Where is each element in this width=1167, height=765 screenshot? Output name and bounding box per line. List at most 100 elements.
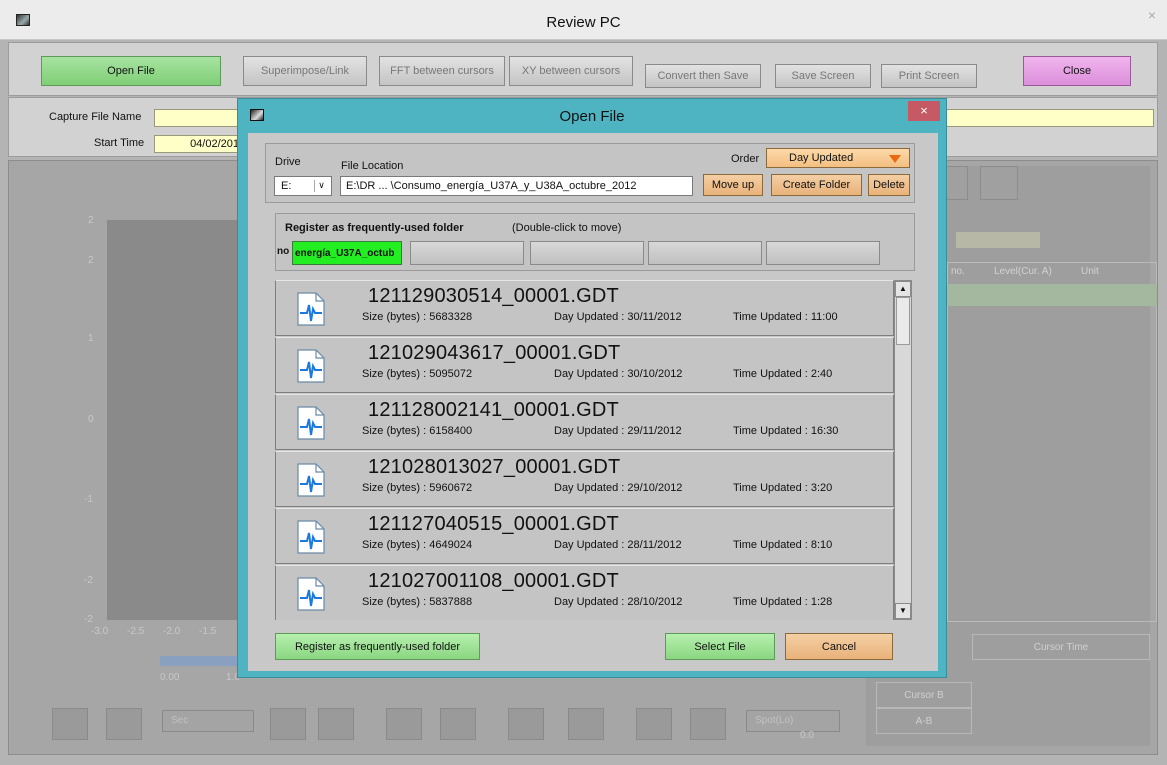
file-row[interactable]: 121027001108_00001.GDT Size (bytes) : 58… — [275, 565, 894, 620]
y-tick-label: -1 — [84, 494, 93, 505]
file-day-updated: Day Updated : 28/10/2012 — [554, 596, 683, 608]
waveform-export-button[interactable] — [440, 708, 476, 740]
file-name: 121128002141_00001.GDT — [368, 399, 619, 421]
x-tick-label: -2.0 — [163, 626, 181, 637]
value-field — [956, 232, 1040, 248]
y-tick-label: 1 — [88, 333, 94, 344]
frequent-folder-slot-5[interactable] — [766, 241, 880, 265]
save-screen-button[interactable]: Save Screen — [775, 64, 871, 88]
waveform-file-icon — [297, 520, 325, 554]
order-value: Day Updated — [789, 152, 854, 164]
clear-button[interactable] — [508, 708, 544, 740]
file-size: Size (bytes) : 4649024 — [362, 539, 473, 551]
drive-value: E: — [281, 180, 292, 192]
window-title: Review PC — [546, 14, 621, 31]
dialog-title: Open File — [559, 108, 625, 125]
frequent-folder-slot-3[interactable] — [530, 241, 644, 265]
cancel-button[interactable]: Cancel — [785, 633, 893, 660]
move-up-button[interactable]: Move up — [703, 174, 763, 196]
order-label: Order — [731, 153, 760, 165]
file-list-scrollbar[interactable]: ▲ ▼ — [894, 280, 912, 620]
grid-header-unit: Unit — [1081, 266, 1099, 277]
cursor-right-button[interactable] — [106, 708, 142, 740]
frequent-folder-slot-4[interactable] — [648, 241, 762, 265]
file-location-field[interactable]: E:\DR ... \Consumo_energía_U37A_y_U38A_o… — [340, 176, 693, 196]
y-tick-label: -2 — [84, 575, 93, 586]
fft-between-cursors-button[interactable]: FFT between cursors — [379, 56, 505, 86]
zoom-vertical-button[interactable] — [270, 708, 306, 740]
close-button[interactable]: Close — [1023, 56, 1131, 86]
y-tick-label: 2 — [88, 215, 94, 226]
file-day-updated: Day Updated : 28/11/2012 — [554, 539, 682, 551]
file-time-updated: Time Updated : 11:00 — [733, 311, 838, 323]
file-name: 121127040515_00001.GDT — [368, 513, 619, 535]
file-list: 121129030514_00001.GDT Size (bytes) : 56… — [275, 280, 894, 620]
start-time-label: Start Time — [94, 137, 145, 149]
file-day-updated: Day Updated : 29/10/2012 — [554, 482, 683, 494]
cursor-b-label: Cursor B — [876, 682, 972, 708]
waveform-file-icon — [297, 463, 325, 497]
scroll-down-arrow-icon[interactable]: ▼ — [895, 603, 911, 619]
select-file-button[interactable]: Select File — [665, 633, 775, 660]
open-file-button[interactable]: Open File — [41, 56, 221, 86]
frequent-folders-hint: (Double-click to move) — [512, 222, 622, 234]
window-close-button[interactable]: × — [1141, 6, 1163, 24]
scale-bar — [160, 656, 240, 666]
print-screen-button[interactable]: Print Screen — [881, 64, 977, 88]
file-name: 121028013027_00001.GDT — [368, 456, 621, 478]
frequent-folder-slot-1[interactable]: energía_U37A_octub — [292, 241, 402, 265]
file-row[interactable]: 121029043617_00001.GDT Size (bytes) : 50… — [275, 337, 894, 393]
file-time-updated: Time Updated : 8:10 — [733, 539, 833, 551]
file-size: Size (bytes) : 6158400 — [362, 425, 473, 437]
register-folder-button[interactable]: Register as frequently-used folder — [275, 633, 480, 660]
scroll-thumb[interactable] — [896, 297, 910, 345]
x-tick-label: -2.5 — [127, 626, 145, 637]
sec-dropdown[interactable]: Sec — [162, 710, 254, 732]
dropdown-arrow-icon — [889, 155, 901, 163]
file-name: 121029043617_00001.GDT — [368, 342, 621, 364]
spot-dropdown[interactable]: Spot(Lo) — [746, 710, 840, 732]
zoom-horizontal-button[interactable] — [318, 708, 354, 740]
file-row[interactable]: 121128002141_00001.GDT Size (bytes) : 61… — [275, 394, 894, 450]
selected-channel-row[interactable] — [947, 284, 1157, 306]
waveform-view-button[interactable] — [386, 708, 422, 740]
waveform-plot — [107, 220, 247, 620]
dialog-close-button[interactable]: × — [908, 101, 940, 121]
file-time-updated: Time Updated : 3:20 — [733, 482, 833, 494]
dialog-titlebar: Open File × — [238, 99, 946, 133]
main-titlebar: Review PC × — [0, 0, 1167, 40]
file-day-updated: Day Updated : 30/10/2012 — [554, 368, 683, 380]
waveform-file-icon — [297, 406, 325, 440]
table-button[interactable] — [568, 708, 604, 740]
cursor-left-button[interactable] — [52, 708, 88, 740]
superimpose-link-button[interactable]: Superimpose/Link — [243, 56, 367, 86]
xy-between-cursors-button[interactable]: XY between cursors — [509, 56, 633, 86]
drive-label: Drive — [275, 156, 301, 168]
delete-button[interactable]: Delete — [868, 174, 910, 196]
convert-then-save-button[interactable]: Convert then Save — [645, 64, 761, 88]
waveform-file-icon — [297, 577, 325, 611]
file-size: Size (bytes) : 5960672 — [362, 482, 473, 494]
file-row[interactable]: 121028013027_00001.GDT Size (bytes) : 59… — [275, 451, 894, 507]
frequent-folder-slot-2[interactable] — [410, 241, 524, 265]
file-row[interactable]: 121127040515_00001.GDT Size (bytes) : 46… — [275, 508, 894, 564]
meter-icon[interactable] — [980, 166, 1018, 200]
file-size: Size (bytes) : 5837888 — [362, 596, 473, 608]
file-name: 121027001108_00001.GDT — [368, 570, 619, 592]
waveform-file-icon — [297, 349, 325, 383]
chevron-down-icon[interactable]: ∨ — [314, 180, 328, 192]
order-dropdown[interactable]: Day Updated — [766, 148, 910, 168]
scroll-up-arrow-icon[interactable]: ▲ — [895, 281, 911, 297]
drive-select[interactable]: E: ∨ — [274, 176, 332, 196]
waveform-file-icon — [297, 292, 325, 326]
ab-cursor-button[interactable] — [690, 708, 726, 740]
trend-button[interactable] — [636, 708, 672, 740]
file-row[interactable]: 121129030514_00001.GDT Size (bytes) : 56… — [275, 280, 894, 336]
file-name: 121129030514_00001.GDT — [368, 285, 619, 307]
file-size: Size (bytes) : 5683328 — [362, 311, 473, 323]
file-day-updated: Day Updated : 29/11/2012 — [554, 425, 682, 437]
capture-file-name-label: Capture File Name — [49, 111, 142, 123]
file-time-updated: Time Updated : 16:30 — [733, 425, 839, 437]
start-time-field: 04/02/201 — [154, 135, 244, 153]
create-folder-button[interactable]: Create Folder — [771, 174, 862, 196]
